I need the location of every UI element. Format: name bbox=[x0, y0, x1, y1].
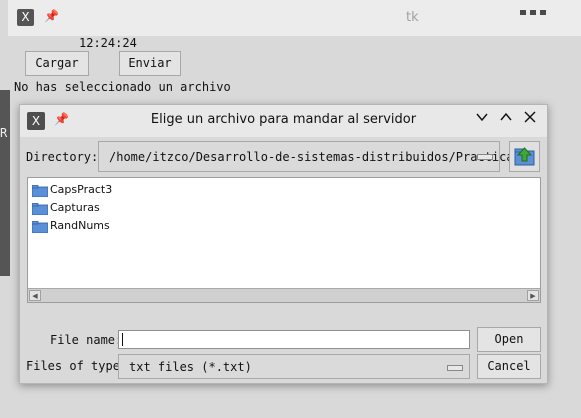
file-type-value: txt files (*.txt) bbox=[129, 360, 252, 374]
directory-value: /home/itzco/Desarrollo-de-sistemas-distr… bbox=[109, 150, 536, 164]
chevron-up-icon[interactable] bbox=[496, 110, 516, 130]
dialog-titlebar: X 📌 Elige un archivo para mandar al serv… bbox=[20, 105, 547, 137]
file-name-label: File name: bbox=[50, 333, 123, 347]
file-name: CapsPract3 bbox=[50, 183, 113, 196]
load-button[interactable]: Cargar bbox=[25, 51, 89, 76]
horizontal-scrollbar[interactable]: ◀ ▶ bbox=[28, 288, 540, 302]
main-window-title: tk bbox=[406, 10, 419, 25]
scroll-right-icon[interactable]: ▶ bbox=[527, 290, 539, 301]
folder-icon bbox=[32, 221, 48, 233]
file-name: Capturas bbox=[50, 201, 100, 214]
file-name-input[interactable] bbox=[118, 330, 470, 349]
chevron-down-icon[interactable] bbox=[472, 110, 492, 130]
file-type-label: Files of type: bbox=[26, 359, 128, 373]
scroll-left-icon[interactable]: ◀ bbox=[29, 290, 41, 301]
app-icon: X bbox=[17, 9, 34, 26]
status-label: No has seleccionado un archivo bbox=[14, 80, 231, 94]
close-icon[interactable] bbox=[520, 110, 540, 130]
folder-icon bbox=[32, 203, 48, 215]
open-button[interactable]: Open bbox=[477, 327, 541, 352]
combo-arrow-icon[interactable] bbox=[477, 154, 493, 160]
main-titlebar: X 📌 tk bbox=[8, 0, 581, 36]
pin-icon[interactable]: 📌 bbox=[44, 9, 59, 23]
dialog-title: Elige un archivo para mandar al servidor bbox=[150, 112, 417, 127]
cancel-button[interactable]: Cancel bbox=[477, 354, 541, 379]
folder-up-button[interactable] bbox=[509, 141, 540, 172]
file-dialog: X 📌 Elige un archivo para mandar al serv… bbox=[19, 104, 548, 384]
folder-up-icon bbox=[514, 147, 535, 166]
combo-arrow-icon[interactable] bbox=[447, 365, 463, 371]
file-list[interactable]: CapsPract3 Capturas RandNums ◀ ▶ bbox=[27, 177, 541, 303]
top-right-strip bbox=[520, 0, 581, 15]
send-button[interactable]: Enviar bbox=[119, 51, 181, 76]
clock-label: 12:24:24 bbox=[79, 36, 137, 50]
directory-combo[interactable]: /home/itzco/Desarrollo-de-sistemas-distr… bbox=[98, 141, 535, 172]
folder-icon bbox=[32, 185, 48, 197]
left-window-strip: R bbox=[0, 90, 10, 276]
directory-label: Directory: bbox=[26, 150, 99, 164]
left-strip-letter: R bbox=[0, 126, 8, 140]
file-name: RandNums bbox=[50, 219, 110, 232]
file-type-combo[interactable]: txt files (*.txt) bbox=[118, 354, 470, 379]
